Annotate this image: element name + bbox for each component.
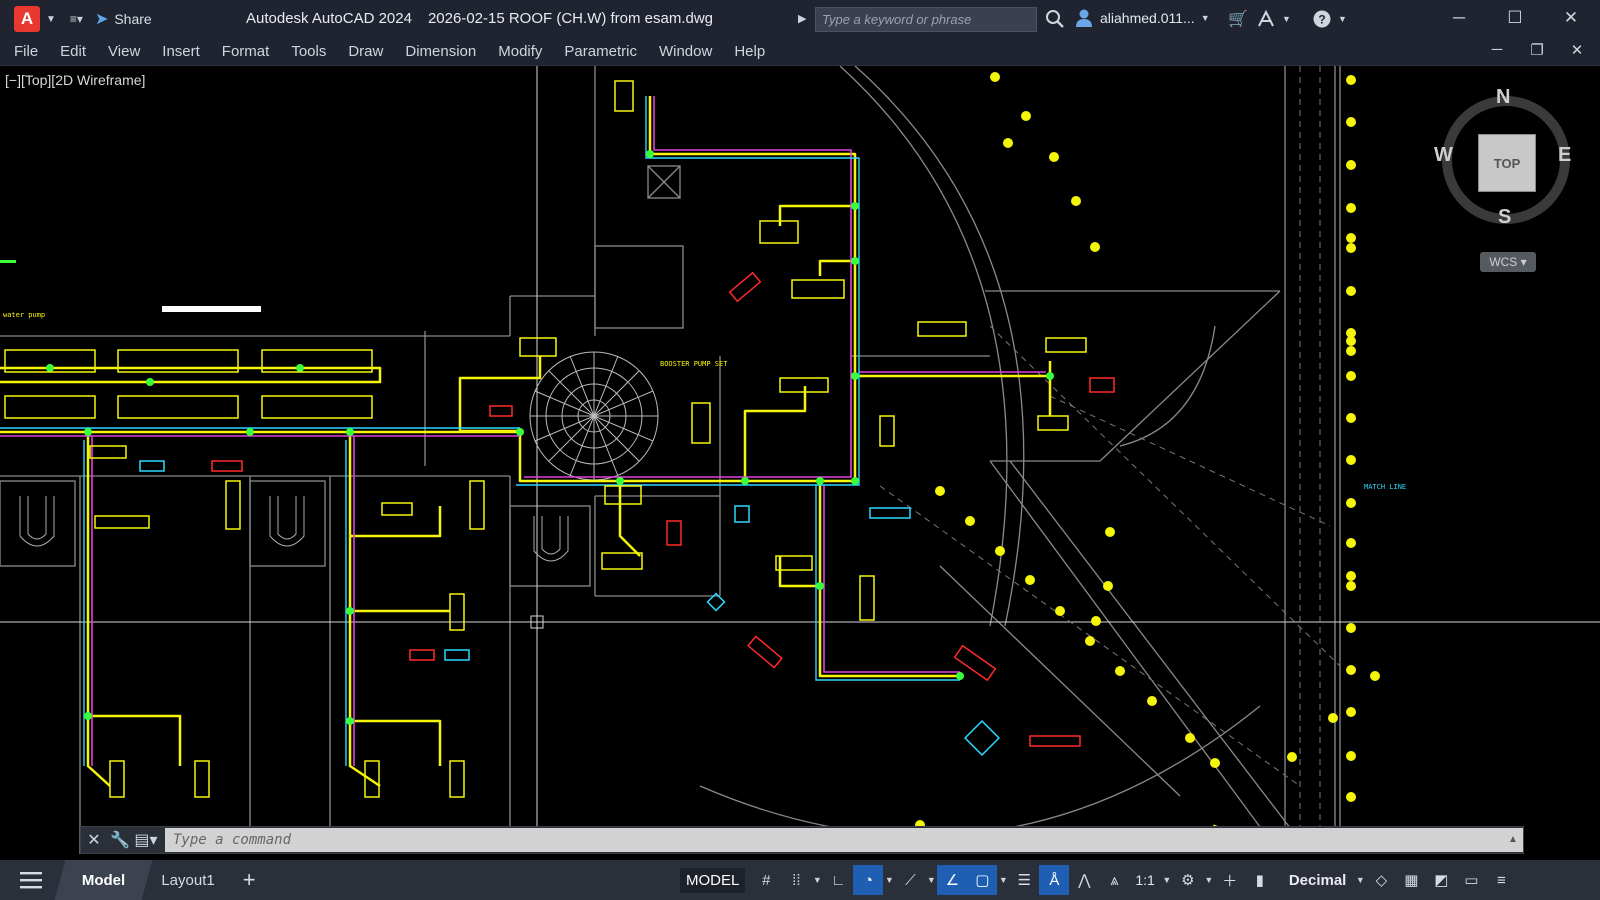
status-toggles: MODEL # ⁞⁞ ▼ ∟ ◔ ▼ ⟋ ▼ ∠ ▢ ▼ ☰ Å ⋀ ⩓ 1:1… bbox=[680, 860, 1516, 900]
units-value[interactable]: Decimal bbox=[1275, 872, 1355, 889]
menu-dimension[interactable]: Dimension bbox=[394, 43, 487, 60]
username: aliahmed.011... bbox=[1100, 10, 1195, 26]
app-name: Autodesk AutoCAD 2024 bbox=[246, 10, 412, 27]
user-account-button[interactable]: aliahmed.011... ▼ bbox=[1074, 8, 1210, 28]
command-history-chevron-icon[interactable]: ▲ bbox=[1503, 828, 1523, 852]
doc-close-icon[interactable]: ✕ bbox=[1564, 41, 1590, 59]
menu-view[interactable]: View bbox=[97, 43, 151, 60]
menu-bar: File Edit View Insert Format Tools Draw … bbox=[0, 38, 1600, 66]
close-icon[interactable]: ✕ bbox=[1556, 8, 1586, 28]
tab-model-label: Model bbox=[82, 871, 126, 889]
isolate-objects-icon[interactable]: ▦ bbox=[1396, 865, 1426, 895]
close-command-line-icon[interactable]: ✕ bbox=[81, 827, 107, 853]
clean-screen-icon[interactable]: ▭ bbox=[1456, 865, 1486, 895]
viewport-controls-label[interactable]: [−][Top][2D Wireframe] bbox=[5, 72, 145, 88]
doc-restore-icon[interactable]: ❐ bbox=[1524, 41, 1550, 59]
dome-grid bbox=[529, 351, 659, 481]
object-snap-icon[interactable]: ▢ bbox=[967, 865, 998, 895]
app-menu-caret-icon[interactable]: ▼ bbox=[46, 14, 56, 25]
add-layout-icon[interactable]: + bbox=[243, 867, 256, 893]
annotation-scale-icon[interactable]: ⩓ bbox=[1099, 865, 1129, 895]
svg-text:MATCH LINE: MATCH LINE bbox=[1364, 483, 1406, 491]
menu-format[interactable]: Format bbox=[211, 43, 281, 60]
compass-west[interactable]: W bbox=[1434, 144, 1453, 167]
quick-properties-icon[interactable]: ◇ bbox=[1366, 865, 1396, 895]
model-space-button[interactable]: MODEL bbox=[680, 867, 746, 893]
menu-window[interactable]: Window bbox=[648, 43, 723, 60]
chevron-down-icon[interactable]: ▼ bbox=[997, 875, 1009, 885]
chevron-down-icon[interactable]: ▼ bbox=[811, 875, 823, 885]
doc-minimize-icon[interactable]: ─ bbox=[1484, 41, 1510, 58]
chevron-down-icon[interactable]: ▼ bbox=[1282, 14, 1291, 24]
share-label: Share bbox=[114, 11, 152, 27]
status-bar: Model Layout1 + MODEL # ⁞⁞ ▼ ∟ ◔ ▼ ⟋ ▼ ∠… bbox=[0, 860, 1600, 900]
menu-tools[interactable]: Tools bbox=[280, 43, 337, 60]
menu-help[interactable]: Help bbox=[723, 43, 776, 60]
menu-edit[interactable]: Edit bbox=[49, 43, 97, 60]
search-icon[interactable] bbox=[1044, 8, 1066, 30]
compass-east[interactable]: E bbox=[1558, 144, 1571, 167]
chevron-down-icon[interactable]: ▼ bbox=[1338, 14, 1347, 24]
customize-wrench-icon[interactable]: 🔧 bbox=[107, 827, 133, 853]
chevron-down-icon[interactable]: ▼ bbox=[1161, 875, 1173, 885]
search-input[interactable]: Type a keyword or phrase bbox=[815, 7, 1037, 32]
grid-icon[interactable]: # bbox=[751, 865, 781, 895]
document-name: 2026-02-15 ROOF (CH.W) from esam.dwg bbox=[427, 10, 714, 27]
help-icon[interactable]: ? bbox=[1312, 9, 1332, 29]
ucs-label: WCS bbox=[1489, 255, 1518, 269]
ucs-menu-button[interactable]: WCS ▾ bbox=[1480, 252, 1536, 272]
annotation-visibility-icon[interactable]: Å bbox=[1039, 865, 1070, 895]
command-line: ✕ 🔧 ▤▾ Type a command ▲ bbox=[80, 826, 1524, 854]
annotation-monitor-icon[interactable]: ＋ bbox=[1215, 865, 1245, 895]
compass-south[interactable]: S bbox=[1498, 206, 1511, 229]
menu-modify[interactable]: Modify bbox=[487, 43, 553, 60]
ortho-icon[interactable]: ∟ bbox=[823, 865, 853, 895]
user-icon bbox=[1076, 9, 1092, 27]
command-input[interactable]: Type a command bbox=[165, 828, 1503, 852]
polar-tracking-icon[interactable]: ◔ bbox=[853, 865, 884, 895]
chevron-down-icon[interactable]: ▼ bbox=[925, 875, 937, 885]
autodesk-a360-icon[interactable] bbox=[1256, 9, 1276, 29]
svg-text:?: ? bbox=[1318, 13, 1325, 27]
menu-insert[interactable]: Insert bbox=[151, 43, 211, 60]
workspace-gear-icon[interactable]: ⚙ bbox=[1173, 865, 1203, 895]
paper-plane-icon: ➤ bbox=[94, 11, 109, 28]
units-icon[interactable]: ▮ bbox=[1245, 865, 1275, 895]
quick-access-toolbar-icon[interactable]: ≡▾ bbox=[70, 12, 83, 26]
minimize-icon[interactable]: ─ bbox=[1444, 8, 1474, 28]
cad-drawing: water pump MATCH LINE BOOSTER PUMP SET bbox=[0, 66, 1600, 854]
viewcube-top-face[interactable]: TOP bbox=[1478, 134, 1536, 192]
window-title: Autodesk AutoCAD 2024 2026-02-15 ROOF (CH… bbox=[246, 10, 713, 27]
snap-icon[interactable]: ⁞⁞ bbox=[781, 865, 811, 895]
menu-draw[interactable]: Draw bbox=[337, 43, 394, 60]
chevron-down-icon[interactable]: ▼ bbox=[1203, 875, 1215, 885]
chevron-down-icon: ▼ bbox=[1200, 13, 1210, 23]
menu-parametric[interactable]: Parametric bbox=[553, 43, 648, 60]
isodraft-icon[interactable]: ⟋ bbox=[895, 865, 925, 895]
object-snap-tracking-icon[interactable]: ∠ bbox=[937, 865, 968, 895]
menu-file[interactable]: File bbox=[0, 43, 49, 60]
chevron-down-icon[interactable]: ▼ bbox=[1354, 875, 1366, 885]
svg-text:water pump: water pump bbox=[3, 311, 45, 319]
autocad-app-icon[interactable]: A bbox=[14, 6, 40, 32]
auto-scale-icon[interactable]: ⋀ bbox=[1069, 865, 1099, 895]
graphics-performance-icon[interactable]: ◩ bbox=[1426, 865, 1456, 895]
lineweight-icon[interactable]: ☰ bbox=[1009, 865, 1039, 895]
tab-model[interactable]: Model bbox=[54, 860, 153, 900]
drawing-canvas[interactable]: water pump MATCH LINE BOOSTER PUMP SET [… bbox=[0, 66, 1600, 854]
maximize-icon[interactable]: ☐ bbox=[1500, 8, 1530, 28]
hamburger-menu-icon[interactable] bbox=[20, 871, 42, 889]
viewcube[interactable]: TOP N S E W bbox=[1434, 86, 1576, 236]
compass-north[interactable]: N bbox=[1496, 86, 1510, 109]
tab-layout1[interactable]: Layout1 bbox=[161, 872, 214, 889]
svg-text:BOOSTER PUMP SET: BOOSTER PUMP SET bbox=[660, 360, 728, 368]
recent-commands-icon[interactable]: ▤▾ bbox=[133, 827, 159, 853]
search-expand-icon[interactable]: ▶ bbox=[798, 12, 806, 25]
annotation-scale-value[interactable]: 1:1 bbox=[1129, 872, 1160, 888]
chevron-down-icon[interactable]: ▼ bbox=[883, 875, 895, 885]
share-button[interactable]: ➤ Share bbox=[95, 9, 152, 29]
cart-icon[interactable]: 🛒 bbox=[1228, 9, 1248, 29]
customize-status-bar-icon[interactable]: ≡ bbox=[1486, 865, 1516, 895]
